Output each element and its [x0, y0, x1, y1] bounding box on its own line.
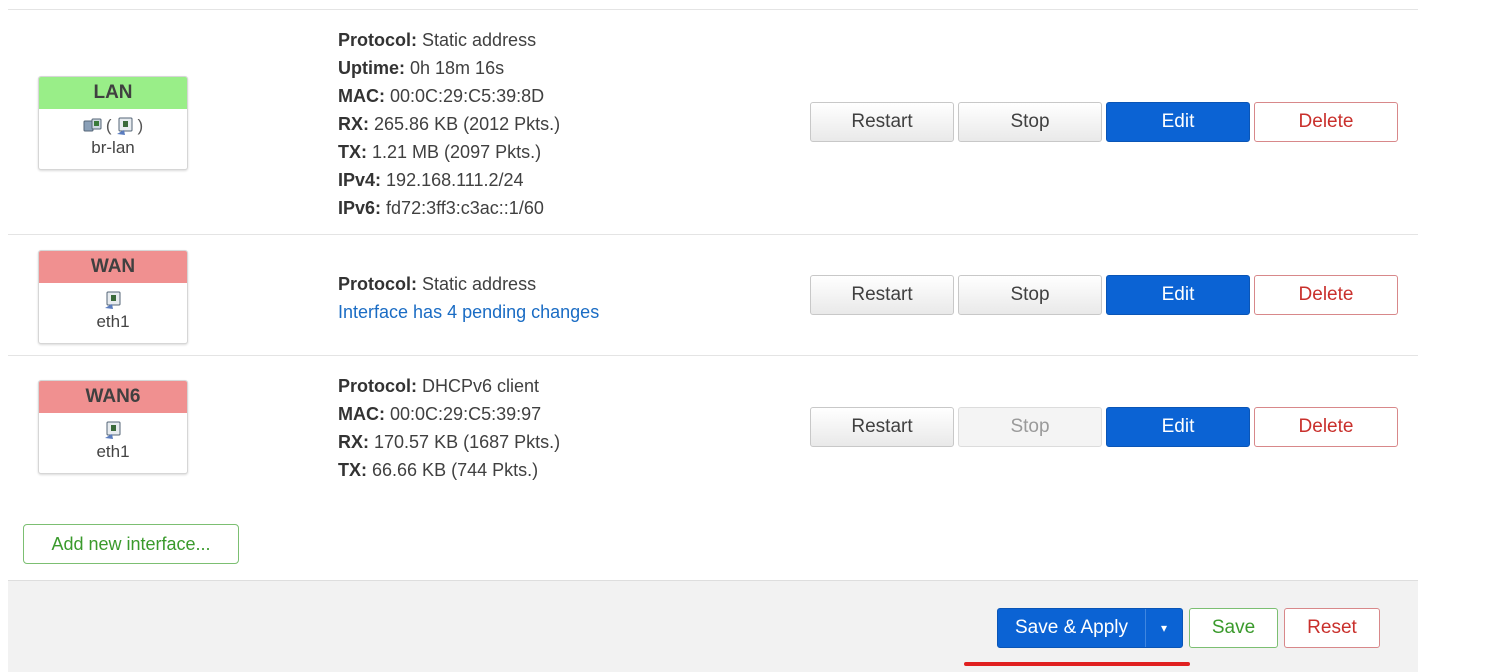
highlight-underline: [964, 662, 1190, 666]
interface-row-wan6: WAN6 eth1 Protocol: DHCPv6 client MAC: 0…: [8, 356, 1418, 506]
device-icons: ( ): [39, 115, 187, 137]
interfaces-panel: LAN ( ) br-lan Protocol: Static address: [8, 0, 1418, 672]
interface-row-wan: WAN eth1 Protocol: Static address Interf…: [8, 235, 1418, 356]
detail-rx: RX: 265.86 KB (2012 Pkts.): [338, 114, 561, 134]
detail-mac: MAC: 00:0C:29:C5:39:97: [338, 404, 542, 424]
interface-name: WAN: [39, 251, 187, 283]
row-actions: Restart Stop Edit Delete: [810, 275, 1398, 315]
restart-button[interactable]: Restart: [810, 102, 954, 142]
network-bridge-icon: [83, 118, 102, 132]
detail-mac: MAC: 00:0C:29:C5:39:8D: [338, 86, 545, 106]
save-apply-label[interactable]: Save & Apply: [998, 609, 1146, 647]
detail-ipv6: IPv6: fd72:3ff3:c3ac::1/60: [338, 198, 544, 218]
stop-button[interactable]: Stop: [958, 102, 1102, 142]
row-actions: Restart Stop Edit Delete: [810, 102, 1398, 142]
edit-button[interactable]: Edit: [1106, 102, 1250, 142]
detail-tx: TX: 66.66 KB (744 Pkts.): [338, 460, 539, 480]
interface-badge-wan: WAN eth1: [38, 250, 188, 344]
interface-badge-wan6: WAN6 eth1: [38, 380, 188, 474]
restart-button[interactable]: Restart: [810, 407, 954, 447]
row-actions: Restart Stop Edit Delete: [810, 407, 1398, 447]
ethernet-port-icon: [105, 291, 121, 309]
pending-changes-link[interactable]: Interface has 4 pending changes: [338, 298, 599, 326]
delete-button[interactable]: Delete: [1254, 102, 1398, 142]
detail-protocol: Protocol: Static address: [338, 30, 537, 50]
reset-button[interactable]: Reset: [1284, 608, 1380, 648]
interface-details: Protocol: Static address Uptime: 0h 18m …: [338, 26, 560, 222]
detail-tx: TX: 1.21 MB (2097 Pkts.): [338, 142, 542, 162]
device-icons: [39, 419, 187, 441]
interface-name: LAN: [39, 77, 187, 109]
detail-uptime: Uptime: 0h 18m 16s: [338, 58, 505, 78]
edit-button[interactable]: Edit: [1106, 407, 1250, 447]
interface-details: Protocol: Static address Interface has 4…: [338, 270, 599, 326]
stop-button: Stop: [958, 407, 1102, 447]
detail-ipv4: IPv4: 192.168.111.2/24: [338, 170, 524, 190]
device-name: eth1: [96, 312, 130, 331]
delete-button[interactable]: Delete: [1254, 407, 1398, 447]
chevron-down-icon[interactable]: ▾: [1146, 609, 1182, 647]
interface-name: WAN6: [39, 381, 187, 413]
device-name: eth1: [96, 442, 130, 461]
device-icons: [39, 289, 187, 311]
save-apply-button[interactable]: Save & Apply ▾: [997, 608, 1183, 648]
add-interface-button[interactable]: Add new interface...: [23, 524, 239, 564]
detail-rx: RX: 170.57 KB (1687 Pkts.): [338, 432, 561, 452]
paren-close: ): [137, 116, 144, 135]
ethernet-port-icon: [116, 117, 132, 135]
paren-open: (: [105, 116, 112, 135]
interface-row-lan: LAN ( ) br-lan Protocol: Static address: [8, 10, 1418, 235]
save-button[interactable]: Save: [1189, 608, 1278, 648]
detail-protocol: Protocol: DHCPv6 client: [338, 376, 540, 396]
edit-button[interactable]: Edit: [1106, 275, 1250, 315]
detail-protocol: Protocol: Static address: [338, 274, 537, 294]
interface-badge-lan: LAN ( ) br-lan: [38, 76, 188, 170]
interface-details: Protocol: DHCPv6 client MAC: 00:0C:29:C5…: [338, 372, 560, 484]
ethernet-port-icon: [105, 421, 121, 439]
stop-button[interactable]: Stop: [958, 275, 1102, 315]
restart-button[interactable]: Restart: [810, 275, 954, 315]
device-name: br-lan: [91, 138, 135, 157]
delete-button[interactable]: Delete: [1254, 275, 1398, 315]
